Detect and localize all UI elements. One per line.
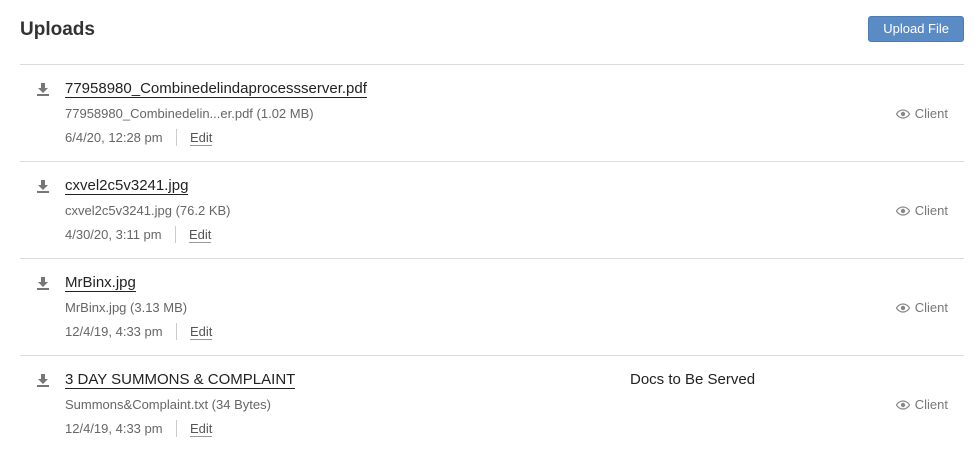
- eye-icon: [895, 108, 910, 119]
- visibility-label: Client: [914, 397, 948, 412]
- upload-row: cxvel2c5v3241.jpg cxvel2c5v3241.jpg (76.…: [20, 162, 964, 259]
- file-category: Docs to Be Served: [630, 371, 756, 388]
- file-meta: 77958980_Combinedelin...er.pdf (1.02 MB): [65, 106, 314, 121]
- edit-link[interactable]: Edit: [190, 421, 213, 437]
- visibility-label: Client: [914, 106, 948, 121]
- file-date: 12/4/19, 4:33 pm: [65, 323, 177, 340]
- file-date: 12/4/19, 4:33 pm: [65, 420, 177, 437]
- file-meta: Summons&Complaint.txt (34 Bytes): [65, 397, 271, 412]
- upload-row: 77958980_Combinedelindaprocessserver.pdf…: [20, 65, 964, 162]
- page-title: Uploads: [20, 19, 95, 40]
- edit-link[interactable]: Edit: [190, 324, 213, 340]
- visibility-status: Client: [895, 203, 948, 218]
- visibility-label: Client: [914, 203, 948, 218]
- download-icon[interactable]: [36, 373, 50, 387]
- upload-row: 3 DAY SUMMONS & COMPLAINT Docs to Be Ser…: [20, 356, 964, 452]
- download-icon[interactable]: [36, 179, 50, 193]
- visibility-status: Client: [895, 300, 948, 315]
- download-icon[interactable]: [36, 82, 50, 96]
- visibility-label: Client: [914, 300, 948, 315]
- uploads-header: Uploads Upload File: [20, 0, 964, 64]
- file-title-link[interactable]: MrBinx.jpg: [65, 274, 136, 292]
- eye-icon: [895, 302, 910, 313]
- file-meta: cxvel2c5v3241.jpg (76.2 KB): [65, 203, 231, 218]
- visibility-status: Client: [895, 397, 948, 412]
- file-date: 6/4/20, 12:28 pm: [65, 129, 177, 146]
- file-title-link[interactable]: cxvel2c5v3241.jpg: [65, 177, 189, 195]
- file-date: 4/30/20, 3:11 pm: [65, 226, 176, 243]
- file-title-link[interactable]: 77958980_Combinedelindaprocessserver.pdf: [65, 80, 367, 98]
- upload-file-button[interactable]: Upload File: [868, 16, 964, 42]
- eye-icon: [895, 205, 910, 216]
- edit-link[interactable]: Edit: [189, 227, 212, 243]
- edit-link[interactable]: Edit: [190, 130, 213, 146]
- visibility-status: Client: [895, 106, 948, 121]
- upload-row: MrBinx.jpg MrBinx.jpg (3.13 MB) 12/4/19,…: [20, 259, 964, 356]
- file-meta: MrBinx.jpg (3.13 MB): [65, 300, 188, 315]
- file-title-link[interactable]: 3 DAY SUMMONS & COMPLAINT: [65, 371, 296, 389]
- eye-icon: [895, 399, 910, 410]
- uploads-list: 77958980_Combinedelindaprocessserver.pdf…: [20, 64, 964, 452]
- download-icon[interactable]: [36, 276, 50, 290]
